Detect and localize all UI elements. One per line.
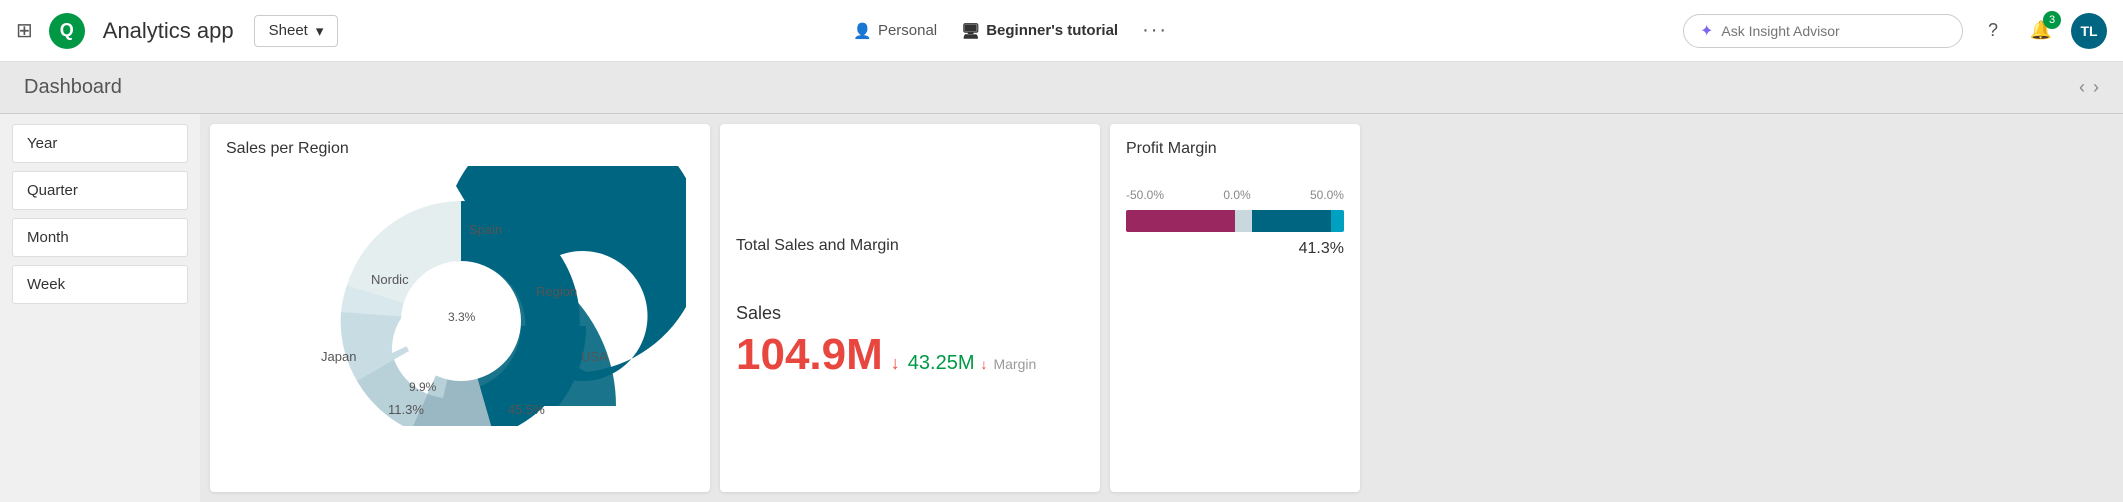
profit-margin-title: Profit Margin (1126, 140, 1344, 158)
qlik-logo[interactable]: Q (49, 13, 85, 49)
bar-segment-cyan (1331, 210, 1344, 232)
usa-label: USA (581, 349, 608, 364)
filter-quarter[interactable]: Quarter (12, 171, 188, 210)
help-button[interactable]: ? (1975, 13, 2011, 49)
tutorial-button[interactable]: 🖥 Beginner's tutorial (961, 22, 1118, 40)
tutorial-label: Beginner's tutorial (986, 22, 1118, 39)
scale-right: 50.0% (1310, 188, 1344, 202)
bar-segment-purple (1126, 210, 1235, 232)
next-arrow[interactable]: › (2093, 77, 2099, 98)
sales-value: 104.9M (736, 330, 883, 380)
personal-label: Personal (878, 22, 937, 39)
profit-margin-card: Profit Margin -50.0% 0.0% 50.0% 41.3% (1110, 124, 1360, 492)
total-sales-card: Total Sales and Margin Sales 104.9M ↓ 43… (720, 124, 1100, 492)
notification-badge: 3 (2043, 11, 2061, 29)
more-options-button[interactable]: ··· (1142, 19, 1168, 42)
region-label: Region (536, 284, 577, 299)
sales-sub: 43.25M ↓ Margin (908, 352, 1037, 375)
sheet-dropdown[interactable]: Sheet ▾ (254, 15, 339, 47)
filter-year[interactable]: Year (12, 124, 188, 163)
insight-star-icon: ✦ (1700, 21, 1713, 41)
help-icon: ? (1988, 20, 1998, 41)
margin-label: Margin (993, 356, 1036, 372)
charts-area: Sales per Region (200, 114, 2123, 502)
left-sidebar: Year Quarter Month Week (0, 114, 200, 502)
sales-arrow: ↓ (891, 353, 900, 374)
profit-scale: -50.0% 0.0% 50.0% (1126, 188, 1344, 202)
scale-mid: 0.0% (1223, 188, 1250, 202)
profit-bar (1126, 210, 1344, 232)
filter-week[interactable]: Week (12, 265, 188, 304)
notifications-button[interactable]: 🔔 3 (2023, 13, 2059, 49)
insight-advisor-input[interactable]: ✦ (1683, 14, 1963, 48)
dashboard-title: Dashboard (24, 76, 122, 99)
spain-pct-label: 3.3% (448, 310, 476, 324)
profit-percentage: 41.3% (1126, 240, 1344, 258)
insight-advisor-field[interactable] (1721, 23, 1946, 39)
spain-label: Spain (469, 222, 502, 237)
prev-arrow[interactable]: ‹ (2079, 77, 2085, 98)
main-area: Dashboard ‹ › Year Quarter Month Week (0, 62, 2123, 502)
sales-label: Sales (736, 303, 1084, 324)
japan-pct-label: 11.3% (388, 402, 424, 417)
nav-center: 👤 Personal 🖥 Beginner's tutorial ··· (350, 19, 1671, 42)
tutorial-icon: 🖥 (961, 22, 980, 40)
top-nav: ⊞ Q Analytics app Sheet ▾ 👤 Personal 🖥 B… (0, 0, 2123, 62)
avatar[interactable]: TL (2071, 13, 2107, 49)
seg3-pct-label: 9.9% (409, 380, 437, 394)
filter-month[interactable]: Month (12, 218, 188, 257)
chevron-down-icon: ▾ (316, 22, 324, 40)
bar-segment-light (1235, 210, 1252, 232)
usa-pct-label: 45.5% (508, 402, 545, 417)
japan-label: Japan (321, 349, 356, 364)
nav-right: ✦ ? 🔔 3 TL (1683, 13, 2107, 49)
content-area: Year Quarter Month Week Sales per Region (0, 114, 2123, 502)
margin-arrow: ↓ (980, 356, 987, 372)
scale-left: -50.0% (1126, 188, 1164, 202)
app-title: Analytics app (103, 18, 234, 44)
sales-per-region-title: Sales per Region (226, 140, 694, 158)
sales-per-region-card: Sales per Region (210, 124, 710, 492)
nordic-label: Nordic (371, 272, 409, 287)
sheet-label: Sheet (269, 22, 308, 39)
nav-arrows: ‹ › (2079, 77, 2099, 98)
total-sales-title: Total Sales and Margin (736, 237, 1084, 255)
personal-button[interactable]: 👤 Personal (853, 22, 937, 40)
grid-icon[interactable]: ⊞ (16, 18, 33, 43)
bar-segment-teal (1252, 210, 1330, 232)
person-icon: 👤 (853, 22, 872, 40)
donut-chart-computed: Region Spain Nordic Japan 11.3% 9.9% 3.3… (226, 166, 696, 426)
avatar-initials: TL (2080, 23, 2097, 39)
dashboard-header: Dashboard ‹ › (0, 62, 2123, 114)
margin-value: 43.25M (908, 352, 975, 375)
donut-chart: Region Spain Nordic Japan 11.3% 9.9% 3.3… (226, 166, 694, 416)
